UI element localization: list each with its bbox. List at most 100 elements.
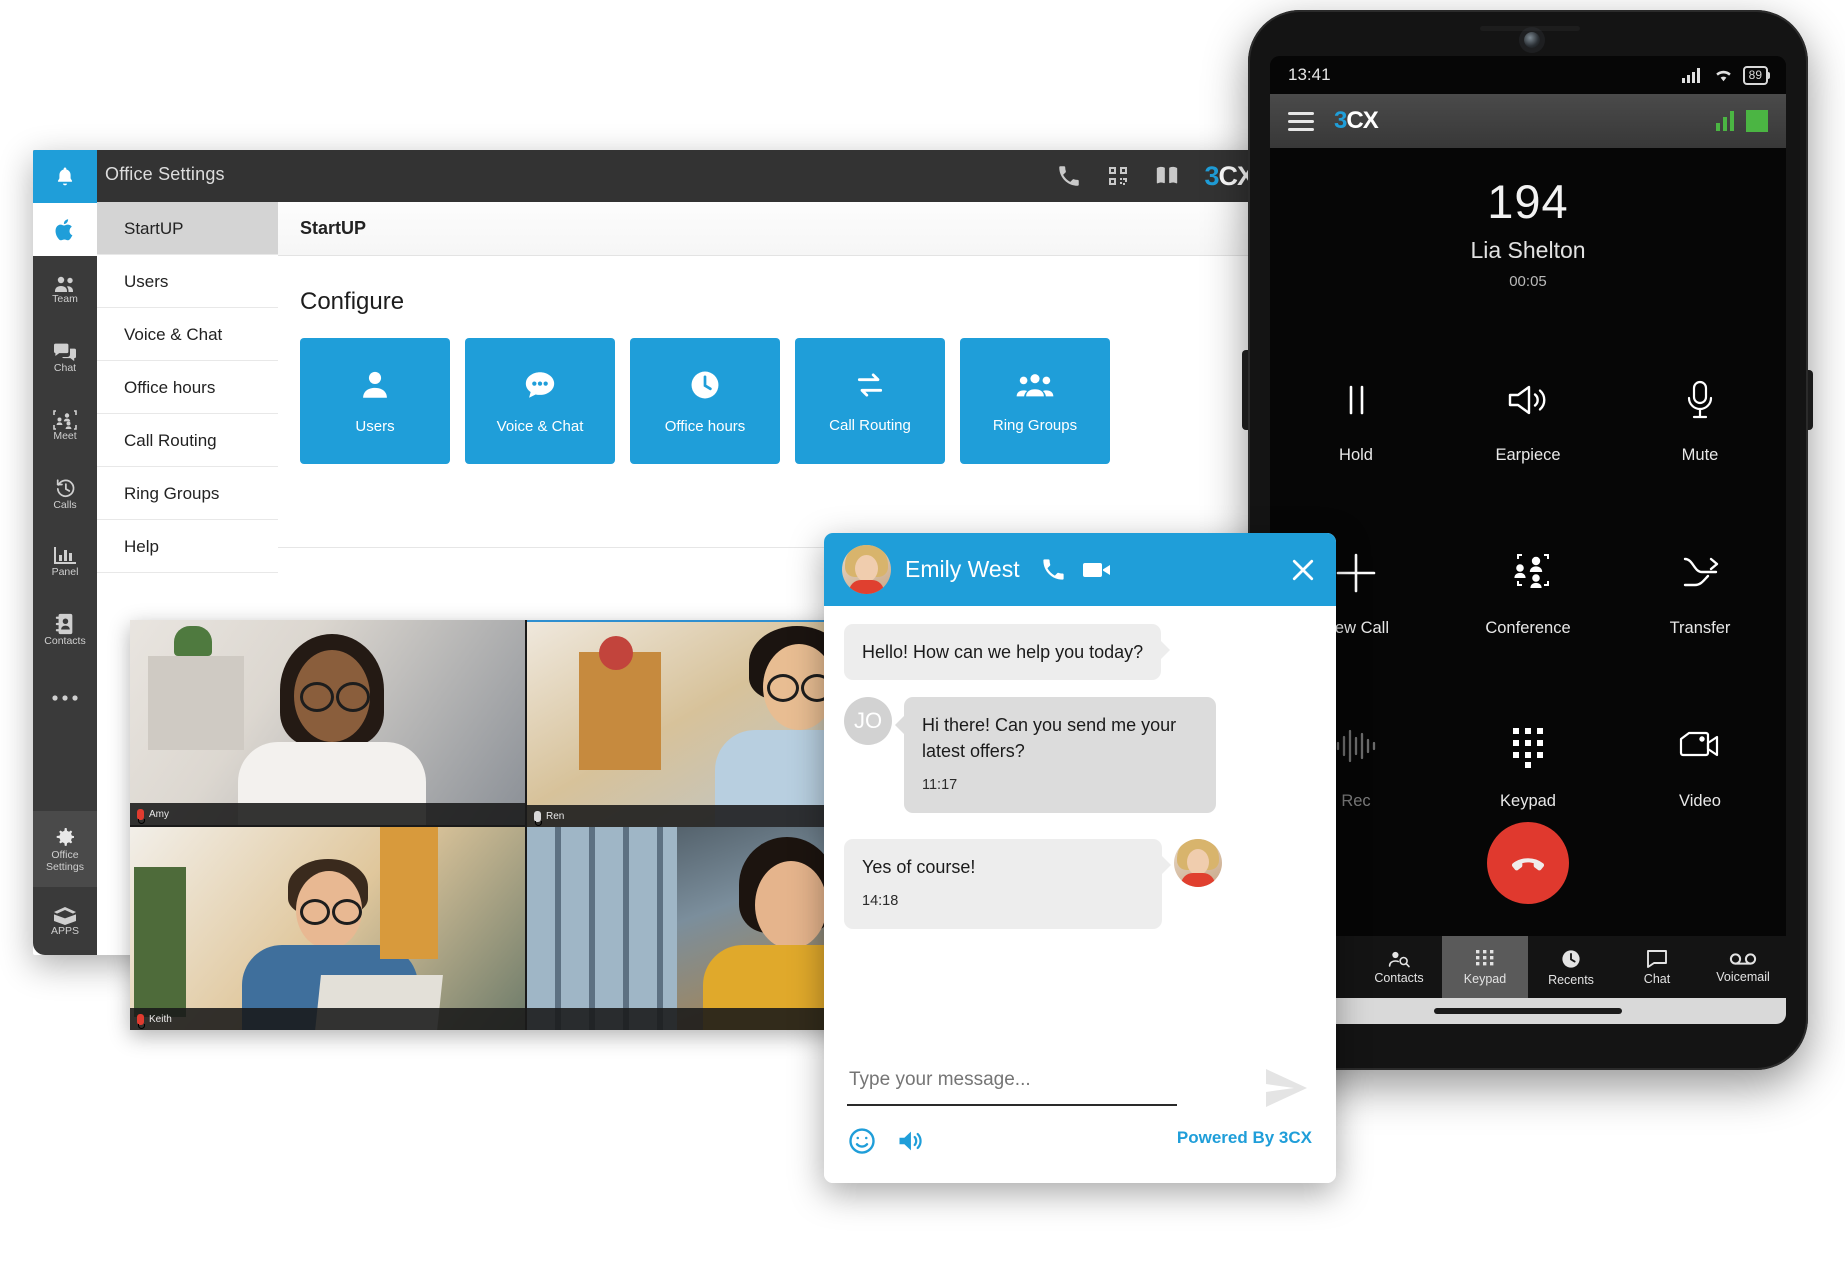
call-control-earpiece[interactable]: Earpiece [1442, 324, 1614, 497]
rail-item-chat[interactable]: Chat [33, 324, 97, 392]
nav-label: Chat [1643, 971, 1671, 986]
nav-label: Voicemail [1716, 969, 1770, 984]
rail-item-label: Meet [53, 430, 77, 442]
rail-item-label: Panel [51, 566, 79, 578]
nav-item-contacts[interactable]: Contacts [1356, 936, 1442, 998]
calls-history-icon [54, 477, 77, 499]
message-time: 11:17 [922, 777, 958, 793]
menu-item-startup[interactable]: StartUP [97, 202, 278, 255]
chat-contact-name: Emily West [905, 556, 1020, 582]
control-label: Transfer [1669, 619, 1731, 637]
call-control-keypad[interactable]: Keypad [1442, 670, 1614, 843]
rail-item-label-line1: Office [51, 849, 79, 861]
menu-item-ring-groups[interactable]: Ring Groups [97, 467, 278, 520]
chat-header-actions [1040, 556, 1112, 583]
rail-item-calls[interactable]: Calls [33, 460, 97, 528]
nav-item-chat[interactable]: Chat [1614, 936, 1700, 998]
phone-screen: 13:41 89 3CX 194 Lia Shelton 00:05 Hold … [1270, 56, 1786, 1024]
phone-icon[interactable] [1040, 556, 1067, 583]
rail-item-contacts[interactable]: Contacts [33, 596, 97, 664]
tile-office-hours[interactable]: Office hours [630, 338, 780, 464]
tile-users[interactable]: Users [300, 338, 450, 464]
mic-muted-icon [137, 1013, 145, 1029]
message-input[interactable] [847, 1068, 1181, 1092]
sound-icon[interactable] [895, 1127, 925, 1155]
menu-item-call-routing[interactable]: Call Routing [97, 414, 278, 467]
video-conference-grid: Amy Ren Keith [130, 620, 890, 1030]
meet-icon [53, 410, 77, 430]
tile-label: Office hours [664, 417, 746, 435]
book-icon[interactable] [1154, 163, 1180, 189]
call-control-transfer[interactable]: Transfer [1614, 497, 1786, 670]
rail-item-label: Team [52, 293, 78, 305]
apps-box-icon [52, 905, 78, 925]
apple-icon [53, 217, 77, 243]
hangup-button[interactable] [1487, 822, 1569, 904]
battery-indicator: 89 [1742, 65, 1771, 85]
video-tile-amy[interactable]: Amy [130, 620, 525, 825]
rail-bottom-group: Office Settings APPS [33, 811, 97, 955]
home-indicator-bar[interactable] [1270, 998, 1786, 1024]
tile-call-routing[interactable]: Call Routing [795, 338, 945, 464]
message-bubble: Yes of course! 14:18 [844, 839, 1171, 929]
chat-footer-actions [847, 1126, 925, 1156]
live-chat-widget: Emily West Hello! How can we help you to… [824, 533, 1336, 1183]
app-bar: 3CX [1270, 94, 1786, 148]
rail-item-apple[interactable] [33, 203, 97, 256]
breadcrumb: StartUP [278, 202, 1268, 256]
group-icon [1016, 369, 1054, 401]
menu-item-office-hours[interactable]: Office hours [97, 361, 278, 414]
call-control-video[interactable]: Video [1614, 670, 1786, 843]
qr-code-icon[interactable] [1106, 164, 1130, 188]
video-tile-keith[interactable]: Keith [130, 827, 525, 1030]
hangup-icon [1506, 841, 1550, 885]
app-bar-status [1716, 110, 1768, 132]
message-text: Hello! How can we help you today? [862, 642, 1144, 662]
chat-header: Emily West [824, 533, 1336, 606]
speaker-icon [1506, 356, 1550, 444]
nav-item-voicemail[interactable]: Voicemail [1700, 936, 1786, 998]
chat-bubble-icon [1646, 949, 1668, 969]
tile-label: Users [355, 417, 395, 435]
menu-item-help[interactable]: Help [97, 520, 278, 573]
tile-ring-groups[interactable]: Ring Groups [960, 338, 1110, 464]
rail-item-office-settings[interactable]: Office Settings [33, 811, 97, 887]
rail-item-panel[interactable]: Panel [33, 528, 97, 596]
nav-item-recents[interactable]: Recents [1528, 936, 1614, 998]
nav-item-keypad[interactable]: Keypad [1442, 936, 1528, 998]
rail-item-apps[interactable]: APPS [33, 887, 97, 955]
front-camera [1524, 32, 1540, 48]
call-control-hold[interactable]: Hold [1270, 324, 1442, 497]
call-control-mute[interactable]: Mute [1614, 324, 1786, 497]
tile-voice-chat[interactable]: Voice & Chat [465, 338, 615, 464]
menu-item-voice-chat[interactable]: Voice & Chat [97, 308, 278, 361]
rail-item-meet[interactable]: Meet [33, 392, 97, 460]
send-icon[interactable] [1258, 1064, 1312, 1112]
close-icon[interactable] [1288, 555, 1318, 585]
menu-item-users[interactable]: Users [97, 255, 278, 308]
phone-icon[interactable] [1056, 163, 1082, 189]
rail-item-notifications[interactable] [33, 150, 97, 203]
avatar [842, 545, 891, 594]
control-label: Keypad [1500, 792, 1556, 810]
nav-label: Contacts [1374, 970, 1424, 985]
tile-label: Ring Groups [992, 416, 1078, 434]
configure-tiles: Users Voice & Chat Office hours Call Rou… [300, 338, 1268, 464]
pause-icon [1339, 356, 1373, 444]
message-text: Yes of course! [862, 857, 976, 877]
hamburger-icon[interactable] [1288, 107, 1314, 136]
rail-item-label: Contacts [44, 635, 86, 647]
rail-item-team[interactable]: Team [33, 256, 97, 324]
control-label: Hold [1339, 446, 1373, 464]
message-bubble: Hi there! Can you send me your latest of… [895, 697, 1216, 813]
emoji-icon[interactable] [847, 1126, 877, 1156]
mic-icon [534, 810, 542, 826]
waveform-icon [1333, 702, 1379, 790]
video-tile-label: Amy [130, 803, 525, 825]
bell-icon [53, 165, 77, 189]
call-control-conference[interactable]: Conference [1442, 497, 1614, 670]
video-camera-icon[interactable] [1082, 558, 1112, 582]
call-duration: 00:05 [1509, 273, 1547, 290]
status-indicators: 89 [1681, 65, 1771, 85]
rail-item-more[interactable] [33, 664, 97, 732]
